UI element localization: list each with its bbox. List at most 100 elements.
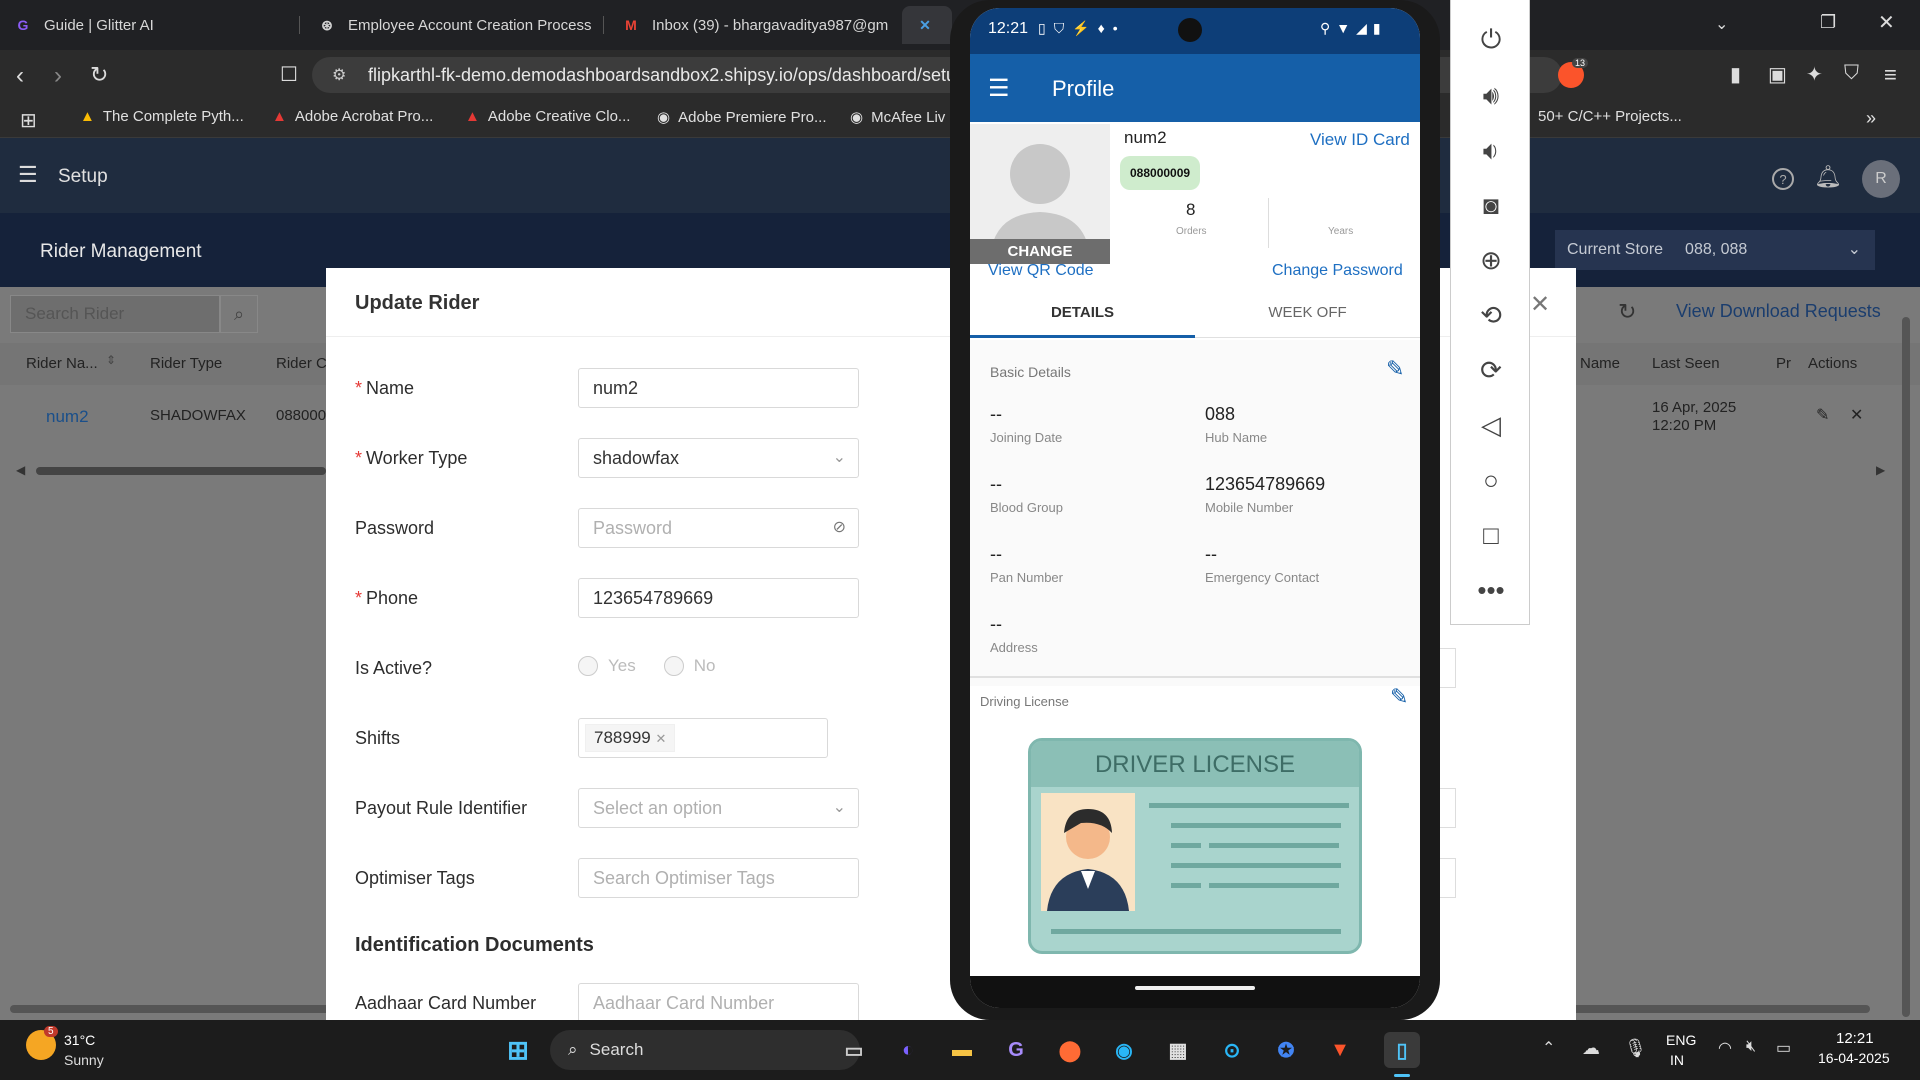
rotate-left-icon[interactable]: ⟲	[1451, 300, 1531, 331]
change-password-link[interactable]: Change Password	[1272, 262, 1403, 280]
microsoft-store-icon[interactable]: ▦	[1160, 1032, 1196, 1068]
view-qr-code-link[interactable]: View QR Code	[988, 262, 1094, 280]
optimiser-tags-input[interactable]: Search Optimiser Tags	[578, 858, 859, 898]
name-input[interactable]: num2	[578, 368, 859, 408]
profile-photo[interactable]: CHANGE	[970, 124, 1110, 264]
maximize-icon[interactable]: ❐	[1820, 12, 1836, 33]
view-download-requests-link[interactable]: View Download Requests	[1676, 301, 1881, 322]
phone-link-icon[interactable]: ▯	[1384, 1032, 1420, 1068]
tab-week-off[interactable]: WEEK OFF	[1195, 304, 1420, 321]
close-window-icon[interactable]: ✕	[1878, 10, 1895, 35]
menu-icon[interactable]: ≡	[1884, 62, 1897, 88]
tray-chevron-up-icon[interactable]: ⌃	[1542, 1038, 1555, 1058]
edit-icon[interactable]: ✎	[1816, 405, 1829, 425]
bookmark-overflow-button[interactable]: »	[1866, 108, 1876, 129]
zoom-icon[interactable]: ⊕	[1451, 245, 1531, 276]
scroll-right-icon[interactable]: ▶	[1876, 463, 1885, 477]
edge-icon[interactable]: ◉	[1106, 1032, 1142, 1068]
tab-search-chevron-icon[interactable]: ⌄	[1715, 14, 1728, 34]
help-icon[interactable]: ?	[1772, 168, 1794, 190]
scroll-left-icon[interactable]: ◀	[16, 463, 25, 477]
brave-browser-icon[interactable]: ▼	[1322, 1032, 1358, 1068]
windows-start-icon[interactable]: ⊞	[500, 1032, 536, 1068]
taskbar-search[interactable]: ⌕ Search	[550, 1030, 860, 1070]
bookmark-creative-cloud[interactable]: ▲ Adobe Creative Clo...	[465, 108, 630, 125]
modal-close-icon[interactable]: ✕	[1530, 290, 1550, 319]
hamburger-menu-icon[interactable]: ☰	[18, 162, 38, 188]
teamviewer-icon[interactable]: ⊙	[1214, 1032, 1250, 1068]
more-options-icon[interactable]: •••	[1451, 575, 1531, 606]
bookmark-premiere[interactable]: ◉ Adobe Premiere Pro...	[657, 108, 827, 127]
delete-icon[interactable]: ✕	[1850, 405, 1863, 425]
shifts-select[interactable]: 788999 ✕	[578, 718, 828, 758]
phone-input[interactable]: 123654789669	[578, 578, 859, 618]
edit-pencil-icon[interactable]: ✎	[1386, 356, 1404, 382]
forward-icon[interactable]: ›	[54, 62, 62, 90]
horizontal-scrollbar[interactable]	[36, 467, 326, 475]
speaker-muted-icon[interactable]: 🔇︎	[1746, 1038, 1756, 1056]
reload-icon[interactable]: ↻	[90, 62, 108, 88]
sidebar-icon[interactable]: ▮	[1730, 62, 1741, 87]
change-photo-button[interactable]: CHANGE	[970, 239, 1110, 264]
camera-icon[interactable]: ◙	[1451, 190, 1531, 221]
bookmark-mcafee[interactable]: ◉ McAfee Liv	[850, 108, 945, 127]
wallet-icon[interactable]: ▣	[1768, 62, 1787, 87]
brave-shield-icon[interactable]: 13	[1558, 58, 1589, 88]
wifi-icon[interactable]: ◠	[1718, 1038, 1732, 1058]
apps-grid-icon[interactable]: ⊞	[20, 108, 37, 133]
leo-ai-icon[interactable]: ✦	[1806, 62, 1823, 87]
power-icon[interactable]: ⏻	[1451, 24, 1531, 56]
eye-hidden-icon[interactable]: ⊘	[833, 517, 846, 537]
phone-menu-icon[interactable]: ☰	[988, 74, 1010, 103]
postman-icon[interactable]: ⬤	[1052, 1032, 1088, 1068]
home-gesture-bar[interactable]	[1135, 986, 1255, 990]
weather-icon[interactable]: 5	[26, 1026, 58, 1060]
back-triangle-icon[interactable]: ◁	[1451, 410, 1531, 441]
volume-down-icon[interactable]: 🔉︎	[1451, 135, 1531, 167]
view-id-card-link[interactable]: View ID Card	[1310, 130, 1410, 150]
tab-details[interactable]: DETAILS	[970, 304, 1195, 321]
home-circle-icon[interactable]: ○	[1451, 465, 1531, 496]
notification-bell-icon[interactable]: 🔔︎	[1814, 164, 1842, 190]
settings-app-icon[interactable]: ✪	[1268, 1032, 1304, 1068]
onedrive-cloud-icon[interactable]: ☁	[1582, 1038, 1600, 1059]
aadhaar-input[interactable]: Aadhaar Card Number	[578, 983, 859, 1023]
overview-square-icon[interactable]: □	[1451, 520, 1531, 551]
rider-id-badge: 088000009	[1120, 156, 1201, 190]
glitter-app-icon[interactable]: G	[998, 1032, 1034, 1068]
vpn-icon[interactable]: ⛉	[1844, 62, 1859, 85]
sort-icon[interactable]: ⇕	[106, 353, 116, 367]
store-selector[interactable]: Current Store 088, 088 ⌄	[1555, 230, 1875, 270]
password-label: Password	[355, 518, 435, 538]
volume-up-icon[interactable]: 🔊︎	[1451, 80, 1531, 112]
tab-employee-process[interactable]: ⊛ Employee Account Creation Process	[304, 6, 604, 44]
radio-no[interactable]	[663, 656, 684, 676]
task-view-icon[interactable]: ▭	[836, 1032, 872, 1068]
page-vertical-scrollbar[interactable]	[1902, 317, 1910, 1017]
rotate-right-icon[interactable]: ⟳	[1451, 355, 1531, 386]
bookmark-icon[interactable]: ☐	[280, 62, 298, 87]
microphone-icon[interactable]: 🎙︎	[1624, 1038, 1647, 1059]
tab-gmail[interactable]: M Inbox (39) - bhargavaditya987@gm	[608, 6, 898, 44]
battery-icon[interactable]: ▭	[1776, 1038, 1791, 1058]
edit-license-icon[interactable]: ✎	[1390, 684, 1408, 710]
payout-rule-select[interactable]: Select an option ⌄	[578, 788, 859, 828]
tag-remove-icon[interactable]: ✕	[655, 731, 666, 746]
radio-yes[interactable]	[578, 656, 598, 676]
copilot-icon[interactable]: ◐	[890, 1032, 926, 1068]
bookmark-acrobat[interactable]: ▲ Adobe Acrobat Pro...	[272, 108, 433, 125]
tab-glitter[interactable]: G Guide | Glitter AI	[0, 6, 300, 44]
refresh-icon[interactable]: ↻	[1618, 299, 1636, 325]
search-rider-input[interactable]: Search Rider	[10, 295, 220, 333]
avatar[interactable]: R	[1862, 160, 1900, 198]
tab-shipsy-active[interactable]: ✕	[902, 6, 952, 44]
driver-license-image[interactable]: DRIVER LICENSE	[1028, 738, 1362, 954]
worker-type-select[interactable]: shadowfax ⌄	[578, 438, 859, 478]
search-icon[interactable]: ⌕	[220, 295, 258, 333]
site-info-icon[interactable]: ⚙	[332, 65, 346, 85]
file-explorer-icon[interactable]: ▬	[944, 1032, 980, 1068]
bookmark-python[interactable]: ▲ The Complete Pyth...	[80, 108, 244, 125]
back-icon[interactable]: ‹	[16, 62, 24, 90]
bookmark-cpp-projects[interactable]: 50+ C/C++ Projects...	[1538, 108, 1682, 125]
password-input[interactable]: Password ⊘	[578, 508, 859, 548]
